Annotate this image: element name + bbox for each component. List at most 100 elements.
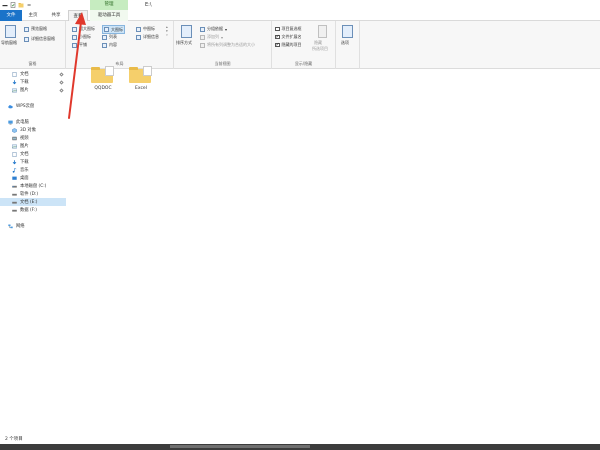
nav-item-this-pc[interactable]: 此电脑 bbox=[0, 118, 66, 126]
layout-small-icons[interactable]: 小图标 bbox=[72, 34, 91, 40]
sort-by-icon bbox=[181, 25, 192, 38]
group-by-button[interactable]: 分组依据 ▾ bbox=[200, 26, 227, 32]
nav-item-drive-d[interactable]: 软件 (D:) bbox=[0, 190, 66, 198]
layout-medium-icons[interactable]: 中图标 bbox=[136, 26, 155, 32]
hide-selected-icon bbox=[318, 25, 327, 38]
folder-name: QQDOC bbox=[94, 86, 112, 91]
nav-item-label: 文档 bbox=[20, 72, 29, 77]
nav-item-drive-f[interactable]: 数据 (F:) bbox=[0, 206, 66, 214]
layout-tiles[interactable]: 平铺 bbox=[72, 42, 87, 48]
layout-list[interactable]: 列表 bbox=[102, 34, 117, 40]
music-icon bbox=[12, 167, 17, 173]
file-list: QQDOC Excel bbox=[66, 66, 600, 435]
medium-icons-icon bbox=[136, 26, 141, 32]
medium-icons-label: 中图标 bbox=[143, 26, 155, 31]
drive-icon bbox=[12, 201, 17, 204]
pin-icon[interactable] bbox=[59, 79, 64, 85]
layout-content[interactable]: 内容 bbox=[102, 42, 117, 48]
group-label-current-view: 当前视图 bbox=[214, 61, 231, 66]
nav-item-quick-documents[interactable]: 文档 bbox=[0, 70, 66, 78]
nav-item-label: 文档 bbox=[20, 152, 29, 157]
hidden-items-toggle[interactable]: 隐藏的项目 bbox=[275, 42, 302, 48]
details-pane-button[interactable]: 详细信息窗格 bbox=[24, 36, 55, 42]
download-icon bbox=[12, 159, 17, 164]
size-columns-icon bbox=[200, 42, 205, 48]
quick-access-dropdown-icon[interactable]: = bbox=[27, 3, 31, 9]
details-pane-label: 详细信息窗格 bbox=[31, 36, 55, 41]
extra-large-icons-label: 超大图标 bbox=[79, 26, 95, 31]
nav-item-label: 此电脑 bbox=[16, 120, 29, 125]
navigation-pane-button[interactable]: 导航窗格 bbox=[1, 40, 17, 46]
context-tab-manage: 管理 bbox=[90, 0, 128, 10]
hidden-items-label: 隐藏的项目 bbox=[281, 42, 302, 47]
nav-item-downloads[interactable]: 下载 bbox=[0, 158, 66, 166]
add-columns-icon bbox=[200, 34, 205, 40]
new-folder-icon[interactable] bbox=[18, 2, 24, 8]
nav-item-desktop[interactable]: 桌面 bbox=[0, 174, 66, 182]
nav-item-label: WPS云盘 bbox=[16, 104, 35, 109]
nav-item-quick-pictures[interactable]: 图片 bbox=[0, 86, 66, 94]
group-by-label: 分组依据 bbox=[207, 26, 223, 31]
cloud-icon bbox=[8, 104, 13, 108]
ribbon-tabs: 文件 主页 共享 查看 驱动器工具 bbox=[0, 10, 600, 22]
large-icons-label: 大图标 bbox=[111, 26, 123, 32]
folder-icon bbox=[129, 66, 152, 83]
nav-item-network[interactable]: 网络 bbox=[0, 222, 66, 230]
pin-icon[interactable] bbox=[59, 71, 64, 77]
drive-icon bbox=[12, 193, 17, 196]
sort-by-button[interactable]: 排序方式 bbox=[176, 40, 192, 46]
preview-pane-button[interactable]: 预览窗格 bbox=[24, 26, 47, 32]
nav-item-drive-c[interactable]: 本地磁盘 (C:) bbox=[0, 182, 66, 190]
nav-item-drive-e[interactable]: 文档 (E:) bbox=[0, 198, 66, 206]
add-columns-button[interactable]: 添加列 ▾ bbox=[200, 34, 223, 40]
nav-item-label: 视频 bbox=[20, 136, 29, 141]
item-checkboxes-checkbox[interactable] bbox=[275, 26, 280, 32]
document-icon bbox=[12, 151, 17, 157]
group-current-view: 排序方式 分组依据 ▾ 添加列 ▾ 将所有列调整为合适的大小 当前视图 bbox=[174, 21, 272, 69]
layout-scroll-icon[interactable]: ▴ ▾ ▿ bbox=[166, 25, 168, 37]
tab-file[interactable]: 文件 bbox=[0, 10, 22, 21]
folder-item-qqdoc[interactable]: QQDOC bbox=[83, 66, 123, 99]
3d-objects-icon bbox=[12, 127, 17, 133]
item-checkboxes-label: 项目复选框 bbox=[281, 26, 302, 31]
picture-icon bbox=[12, 88, 17, 92]
nav-item-quick-downloads[interactable]: 下载 bbox=[0, 78, 66, 86]
drive-icon bbox=[12, 185, 17, 188]
item-checkboxes-toggle[interactable]: 项目复选框 bbox=[275, 26, 302, 32]
folder-item-excel[interactable]: Excel bbox=[121, 66, 161, 99]
tab-drive-tools[interactable]: 驱动器工具 bbox=[90, 10, 128, 21]
file-extensions-toggle[interactable]: 文件扩展名 bbox=[275, 34, 302, 40]
layout-extra-large-icons[interactable]: 超大图标 bbox=[72, 26, 95, 32]
details-pane-icon bbox=[24, 36, 29, 42]
hidden-items-checkbox[interactable] bbox=[275, 42, 280, 48]
properties-icon[interactable] bbox=[10, 2, 16, 8]
nav-item-music[interactable]: 音乐 bbox=[0, 166, 66, 174]
taskbar-strip bbox=[0, 444, 600, 450]
network-icon bbox=[8, 224, 13, 228]
options-icon bbox=[342, 25, 353, 38]
large-icons-icon bbox=[104, 27, 109, 32]
content-icon bbox=[102, 42, 107, 48]
desktop-icon bbox=[12, 176, 17, 180]
tab-share[interactable]: 共享 bbox=[46, 10, 66, 21]
explorer-app-icon[interactable] bbox=[2, 2, 8, 8]
picture-icon bbox=[12, 144, 17, 148]
dropdown-icon: ▾ bbox=[225, 26, 228, 32]
options-button[interactable]: 选项 bbox=[341, 40, 349, 46]
nav-item-3d-objects[interactable]: 3D 对象 bbox=[0, 126, 66, 134]
list-icon bbox=[102, 34, 107, 40]
nav-item-label: 本地磁盘 (C:) bbox=[20, 184, 47, 189]
group-label-layout: 布局 bbox=[115, 61, 124, 66]
tab-home[interactable]: 主页 bbox=[23, 10, 43, 21]
nav-item-documents[interactable]: 文档 bbox=[0, 150, 66, 158]
nav-item-videos[interactable]: 视频 bbox=[0, 134, 66, 142]
nav-item-wps-cloud[interactable]: WPS云盘 bbox=[0, 102, 66, 110]
ribbon-view: 导航窗格 预览窗格 详细信息窗格 窗格 超大图标 大图标 中图标 小图标 列表 … bbox=[0, 21, 600, 69]
nav-item-pictures[interactable]: 图片 bbox=[0, 142, 66, 150]
layout-details[interactable]: 详细信息 bbox=[136, 34, 159, 40]
pin-icon[interactable] bbox=[59, 87, 64, 93]
file-extensions-checkbox[interactable] bbox=[275, 34, 280, 40]
group-label-panes: 窗格 bbox=[28, 61, 37, 66]
size-columns-button[interactable]: 将所有列调整为合适的大小 bbox=[200, 42, 255, 48]
layout-large-icons[interactable]: 大图标 bbox=[102, 25, 125, 34]
